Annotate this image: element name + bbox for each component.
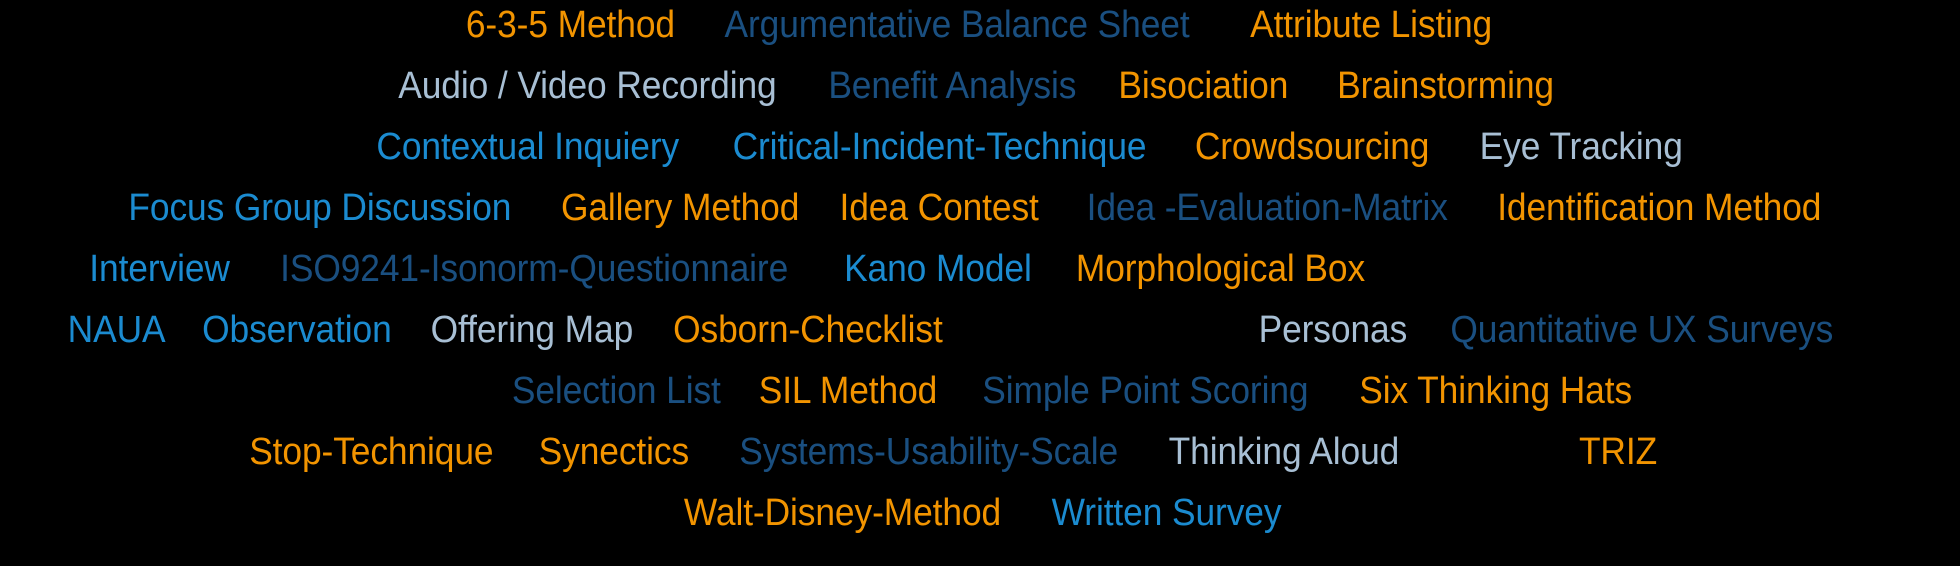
word-cloud-row: Walt-Disney-Method Written Survey — [1, 494, 1960, 555]
word-cloud-term[interactable]: Kano Model — [844, 250, 1032, 288]
word-cloud-term[interactable]: Simple Point Scoring — [983, 372, 1309, 410]
word-cloud-row: Audio / Video Recording Benefit Analysis B… — [0, 67, 1953, 128]
word-cloud-term[interactable]: Offering Map — [431, 311, 634, 349]
word-cloud-term[interactable]: Critical-Incident-Technique — [733, 128, 1147, 166]
word-cloud-term[interactable]: Audio / Video Recording — [399, 67, 777, 105]
word-cloud-term[interactable]: Systems-Usability-Scale — [739, 433, 1118, 471]
word-cloud-row: Selection List SIL Method Simple Point Sco… — [93, 372, 1960, 433]
word-cloud-row: Focus Group Discussion Gallery Method Idea… — [0, 189, 1954, 250]
word-cloud-row: Stop-Technique Synectics Systems-Usability… — [0, 433, 1930, 494]
word-cloud-term[interactable]: Idea -Evaluation-Matrix — [1086, 189, 1447, 227]
word-cloud-term[interactable]: 6-3-5 Method — [466, 6, 675, 44]
word-cloud-canvas: 6-3-5 Method Argumentative Balance Sheet A… — [0, 0, 1960, 566]
word-cloud-term[interactable]: Benefit Analysis — [829, 67, 1077, 105]
word-cloud-term[interactable]: Brainstorming — [1337, 67, 1554, 105]
word-cloud-term[interactable]: Contextual Inquiery — [377, 128, 680, 166]
word-cloud-row: Interview ISO9241-Isonorm-Questionnaire Ka… — [0, 250, 1710, 311]
word-cloud-term[interactable]: Quantitative UX Surveys — [1451, 311, 1834, 349]
word-cloud-term[interactable]: Gallery Method — [561, 189, 799, 227]
word-cloud-term[interactable]: ISO9241-Isonorm-Questionnaire — [280, 250, 788, 288]
word-cloud-term[interactable]: Focus Group Discussion — [129, 189, 512, 227]
word-cloud-term[interactable]: Interview — [89, 250, 230, 288]
word-cloud-term[interactable]: Thinking Aloud — [1169, 433, 1400, 471]
word-cloud-term[interactable]: Bisociation — [1118, 67, 1288, 105]
word-cloud-term[interactable]: TRIZ — [1579, 433, 1657, 471]
word-cloud-term[interactable]: SIL Method — [759, 372, 938, 410]
word-cloud-term[interactable]: Synectics — [538, 433, 688, 471]
word-cloud-term[interactable]: Six Thinking Hats — [1359, 372, 1632, 410]
word-cloud-term[interactable]: Crowdsourcing — [1195, 128, 1430, 166]
word-cloud-term[interactable]: Argumentative Balance Sheet — [725, 6, 1190, 44]
word-cloud-term[interactable]: Identification Method — [1497, 189, 1821, 227]
word-cloud-term[interactable]: Attribute Listing — [1250, 6, 1492, 44]
word-cloud-term[interactable]: Written Survey — [1052, 494, 1282, 532]
word-cloud-term[interactable]: Morphological Box — [1076, 250, 1365, 288]
word-cloud-row: 6-3-5 Method Argumentative Balance Sheet A… — [0, 6, 1960, 67]
word-cloud-term[interactable]: Observation — [202, 311, 392, 349]
word-cloud-row: Contextual Inquiery Critical-Incident-Tec… — [48, 128, 1960, 189]
word-cloud-term[interactable]: NAUA — [68, 311, 166, 349]
word-cloud-row: NAUA Observation Offering Map Osborn-Checkl… — [0, 311, 1936, 372]
word-cloud-term[interactable]: Selection List — [512, 372, 721, 410]
word-cloud-term[interactable]: Idea Contest — [840, 189, 1039, 227]
word-cloud-term[interactable]: Eye Tracking — [1480, 128, 1683, 166]
word-cloud-term[interactable]: Osborn-Checklist — [673, 311, 943, 349]
word-cloud-term[interactable]: Personas — [1258, 311, 1407, 349]
word-cloud-term[interactable]: Stop-Technique — [249, 433, 493, 471]
word-cloud-term[interactable]: Walt-Disney-Method — [684, 494, 1001, 532]
